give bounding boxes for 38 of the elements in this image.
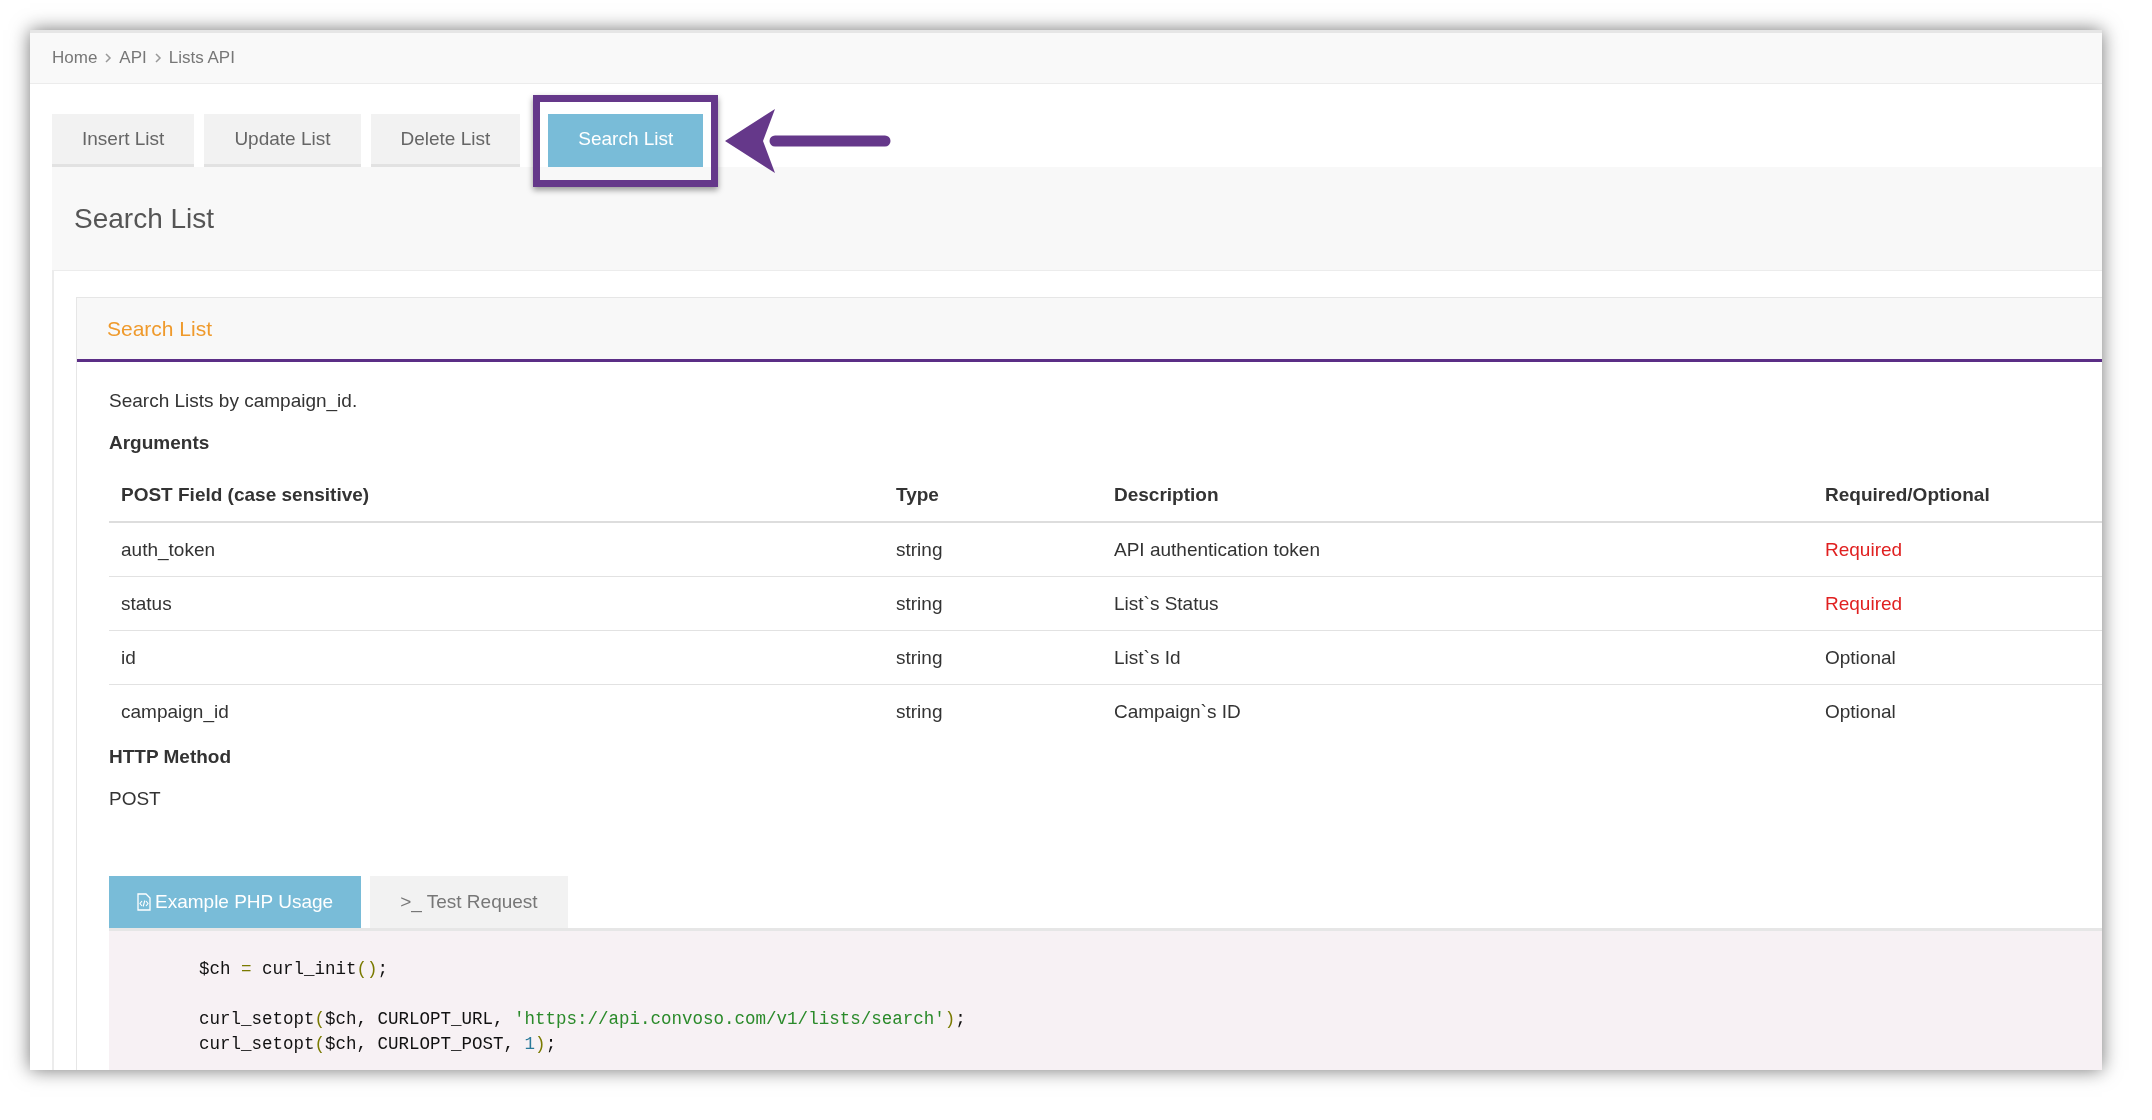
breadcrumb-link[interactable]: Home: [52, 48, 98, 68]
table-cell-text: string: [896, 700, 944, 723]
description-text: Search Lists by campaign_id.: [109, 390, 359, 412]
table-cell-text: string: [896, 646, 944, 669]
column-header: Description: [1114, 483, 1220, 506]
section-heading: HTTP Method: [109, 746, 233, 768]
table-cell-text: campaign_id: [121, 700, 230, 723]
file-code-icon: [137, 893, 151, 911]
section-heading: Arguments: [109, 432, 211, 454]
chevron-right-icon: [152, 53, 163, 63]
tab[interactable]: Update List: [204, 114, 361, 167]
table-cell-text: Required: [1825, 538, 1904, 561]
breadcrumb-link[interactable]: Lists API: [168, 48, 235, 68]
table-cell-text: Optional: [1825, 700, 1897, 723]
tab[interactable]: Insert List: [52, 114, 195, 167]
chevron-right-icon: [103, 53, 114, 63]
tab[interactable]: Delete List: [370, 114, 521, 167]
table-cell-text: Optional: [1825, 646, 1897, 669]
column-header: Type: [896, 483, 940, 506]
panel-title: Search List: [107, 316, 213, 341]
page-title: Search List: [74, 202, 215, 235]
arrow-icon: [725, 109, 891, 173]
code-block: $ch = curl_init(); curl_setopt($ch, CURLOPT_URL, 'https://api.convoso.com/v1/lists/search'); curl_setopt($ch, CURLOPT_POST, 1);: [109, 931, 2102, 1070]
table-cell-text: API authentication token: [1114, 538, 1321, 561]
table-cell-text: string: [896, 538, 944, 561]
table-cell-text: List`s Status: [1114, 592, 1220, 615]
table-cell-text: List`s Id: [1114, 646, 1182, 669]
table-cell-text: id: [121, 646, 137, 669]
breadcrumb-link[interactable]: API: [119, 48, 147, 68]
column-header: Required/Optional: [1825, 483, 1991, 506]
table-cell-text: auth_token: [121, 538, 217, 561]
table-cell-text: string: [896, 592, 944, 615]
method-text: POST: [109, 788, 162, 810]
table-cell-text: Required: [1825, 592, 1904, 615]
table-cell-text: Campaign`s ID: [1114, 700, 1242, 723]
tab[interactable]: >_ Test Request: [370, 876, 568, 928]
table-cell-text: status: [121, 592, 173, 615]
column-header: POST Field (case sensitive): [121, 483, 371, 506]
